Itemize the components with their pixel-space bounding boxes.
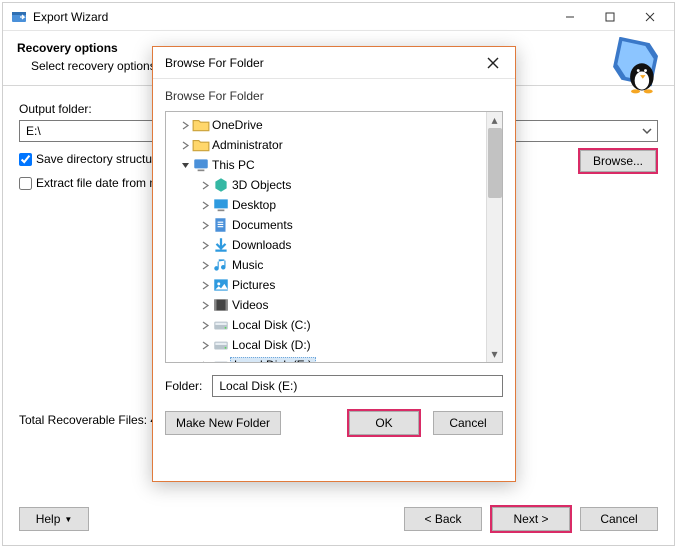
folder-field-input[interactable] xyxy=(212,375,503,397)
app-icon xyxy=(11,9,27,25)
dialog-close-button[interactable] xyxy=(479,49,507,77)
tree-node-icon xyxy=(212,236,230,254)
tree-node[interactable]: Music xyxy=(168,255,484,275)
save-dir-structure-label: Save directory structure xyxy=(36,152,163,166)
tree-node[interactable]: Documents xyxy=(168,215,484,235)
tree-node-label: This PC xyxy=(210,158,257,172)
tree-node[interactable]: Administrator xyxy=(168,135,484,155)
dialog-cancel-button[interactable]: Cancel xyxy=(433,411,503,435)
tree-node-label: Downloads xyxy=(230,238,293,252)
scrollbar-thumb[interactable] xyxy=(488,128,502,198)
titlebar: Export Wizard xyxy=(3,3,674,31)
make-new-folder-button[interactable]: Make New Folder xyxy=(165,411,281,435)
tree-node-label: Pictures xyxy=(230,278,277,292)
tree-caret-icon[interactable] xyxy=(198,181,212,190)
tree-node-icon xyxy=(192,156,210,174)
cancel-button[interactable]: Cancel xyxy=(580,507,658,531)
dialog-instruction: Browse For Folder xyxy=(153,79,515,111)
tree-node-icon xyxy=(212,256,230,274)
tree-node[interactable]: This PC xyxy=(168,155,484,175)
tree-node-icon xyxy=(212,316,230,334)
tree-node-icon xyxy=(212,296,230,314)
tree-node-label: Local Disk (C:) xyxy=(230,318,313,332)
dialog-footer: Make New Folder OK Cancel xyxy=(153,397,515,449)
tree-caret-icon[interactable] xyxy=(198,221,212,230)
wizard-footer: Help ▼ < Back Next > Cancel xyxy=(19,507,658,531)
tree-node-label: OneDrive xyxy=(210,118,265,132)
tree-node-icon xyxy=(212,276,230,294)
tree-node[interactable]: Pictures xyxy=(168,275,484,295)
tree-node-icon xyxy=(192,136,210,154)
tree-node[interactable]: Local Disk (E:) xyxy=(168,355,484,362)
tree-node[interactable]: Desktop xyxy=(168,195,484,215)
tree-node-label: Documents xyxy=(230,218,295,232)
tree-node-label: Videos xyxy=(230,298,270,312)
tree-node-label: 3D Objects xyxy=(230,178,293,192)
tree-node[interactable]: Local Disk (C:) xyxy=(168,315,484,335)
tree-node-label: Administrator xyxy=(210,138,285,152)
minimize-button[interactable] xyxy=(550,5,590,29)
tree-node-icon xyxy=(212,336,230,354)
tree-node-icon xyxy=(192,116,210,134)
tree-node[interactable]: Downloads xyxy=(168,235,484,255)
tree-node-icon xyxy=(212,216,230,234)
tree-node[interactable]: Videos xyxy=(168,295,484,315)
save-dir-structure-checkbox[interactable] xyxy=(19,153,32,166)
help-button[interactable]: Help ▼ xyxy=(19,507,89,531)
browse-folder-dialog: Browse For Folder Browse For Folder OneD… xyxy=(152,46,516,482)
tree-node-icon xyxy=(212,176,230,194)
tree-node-label: Local Disk (D:) xyxy=(230,338,313,352)
close-button[interactable] xyxy=(630,5,670,29)
next-button[interactable]: Next > xyxy=(492,507,570,531)
tree-caret-icon[interactable] xyxy=(198,261,212,270)
tree-caret-icon[interactable] xyxy=(198,281,212,290)
tree-caret-icon[interactable] xyxy=(198,361,212,363)
tree-node[interactable]: OneDrive xyxy=(168,115,484,135)
tree-node-label: Local Disk (E:) xyxy=(230,357,316,362)
tree-node-label: Music xyxy=(230,258,265,272)
folder-tree: OneDrive Administrator This PC 3D Objects De… xyxy=(165,111,503,363)
extract-file-date-checkbox[interactable] xyxy=(19,177,32,190)
tree-node-label: Desktop xyxy=(230,198,278,212)
ok-button[interactable]: OK xyxy=(349,411,419,435)
scroll-down-icon[interactable]: ▾ xyxy=(487,346,502,362)
tree-caret-icon[interactable] xyxy=(198,201,212,210)
tree-caret-icon[interactable] xyxy=(198,301,212,310)
total-recoverable-label: Total Recoverable Files: 41 xyxy=(19,413,164,427)
tree-caret-icon[interactable] xyxy=(178,141,192,150)
tree-node-icon xyxy=(212,196,230,214)
tree-caret-icon[interactable] xyxy=(198,321,212,330)
tree-scrollbar[interactable]: ▴ ▾ xyxy=(486,112,502,362)
folder-tree-viewport[interactable]: OneDrive Administrator This PC 3D Objects De… xyxy=(166,112,486,362)
tree-caret-icon[interactable] xyxy=(198,241,212,250)
tree-node[interactable]: Local Disk (D:) xyxy=(168,335,484,355)
tree-caret-icon[interactable] xyxy=(198,341,212,350)
tree-caret-icon[interactable] xyxy=(178,161,192,170)
tree-node[interactable]: 3D Objects xyxy=(168,175,484,195)
maximize-button[interactable] xyxy=(590,5,630,29)
window-title: Export Wizard xyxy=(33,10,550,24)
tree-node-icon xyxy=(212,356,230,362)
tree-caret-icon[interactable] xyxy=(178,121,192,130)
caret-down-icon: ▼ xyxy=(64,515,72,524)
scroll-up-icon[interactable]: ▴ xyxy=(487,112,502,128)
browse-button[interactable]: Browse... xyxy=(580,150,656,172)
folder-field-label: Folder: xyxy=(165,379,202,393)
back-button[interactable]: < Back xyxy=(404,507,482,531)
dialog-titlebar: Browse For Folder xyxy=(153,47,515,79)
dialog-title: Browse For Folder xyxy=(165,56,479,70)
